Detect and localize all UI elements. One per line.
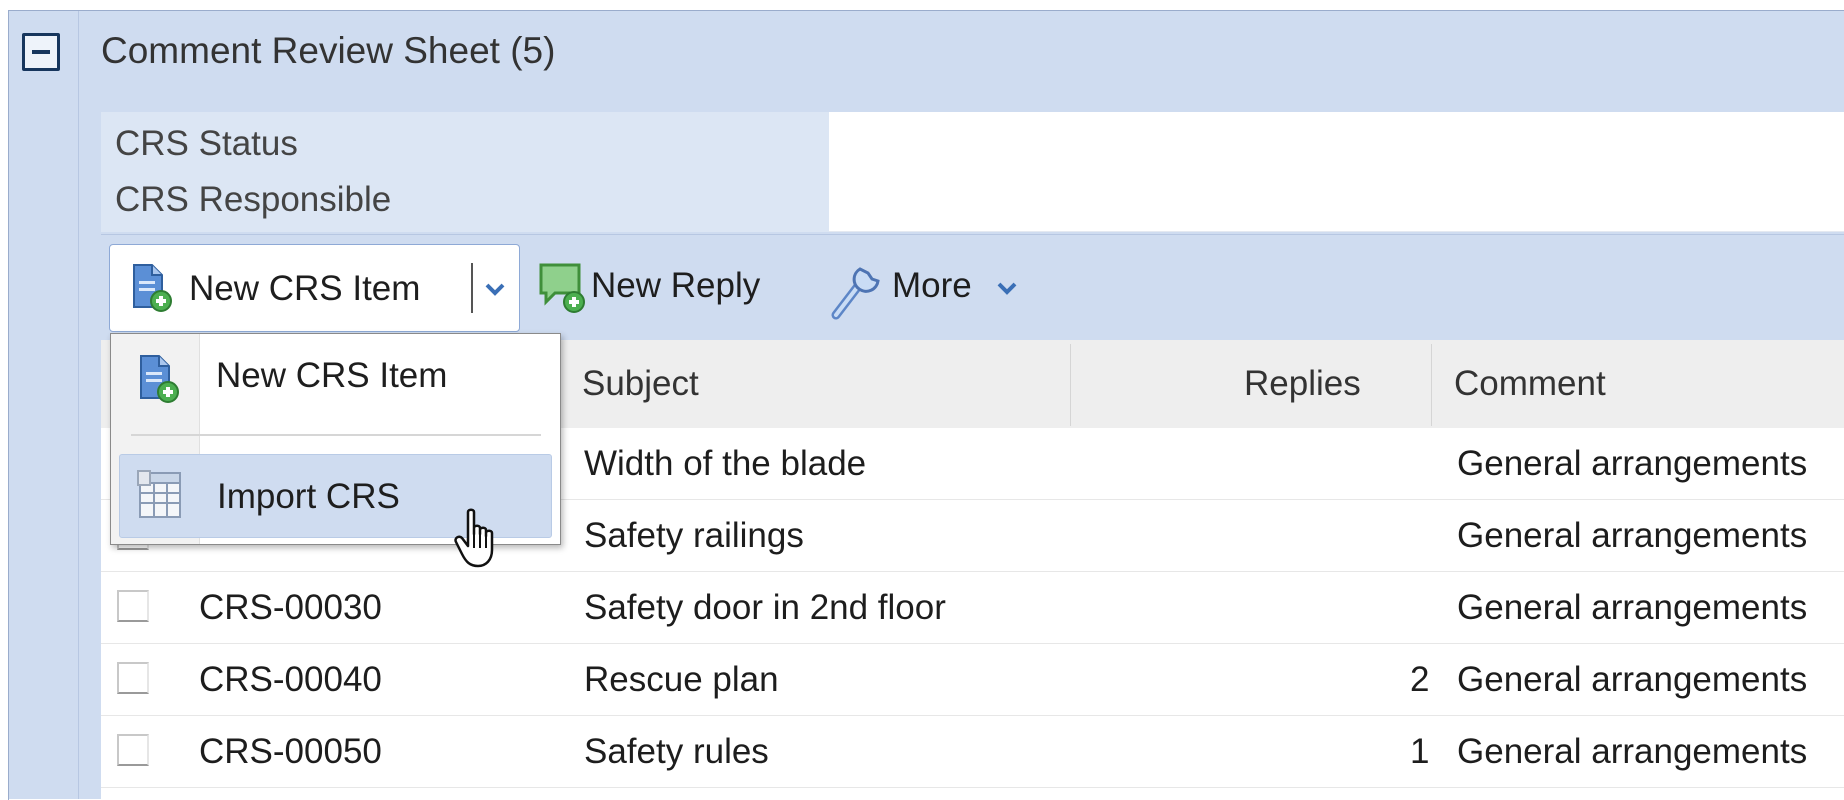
- chevron-down-icon: [993, 275, 1021, 306]
- hand-pointer-cursor-icon: [454, 508, 504, 575]
- comment-cell: General arrangements: [1457, 732, 1808, 771]
- menu-item-label: New CRS Item: [216, 356, 448, 395]
- split-divider: [471, 263, 473, 313]
- field-label: CRS Responsible: [101, 168, 829, 232]
- menu-separator: [131, 434, 541, 436]
- field-label: CRS Status: [101, 112, 829, 176]
- column-header-replies[interactable]: Replies: [1244, 340, 1361, 428]
- section-gutter: [9, 11, 79, 799]
- field-row-crs-responsible: CRS Responsible: [101, 168, 1844, 232]
- new-reply-button[interactable]: New Reply: [538, 258, 798, 320]
- crs-id: CRS-00040: [199, 660, 382, 699]
- comment-cell: General arrangements: [1457, 588, 1808, 627]
- subject-cell: Safety rules: [584, 732, 769, 771]
- subject-cell: Safety door in 2nd floor: [584, 588, 946, 627]
- column-header-subject[interactable]: Subject: [582, 340, 699, 428]
- spreadsheet-import-icon: [136, 469, 186, 528]
- chevron-down-icon[interactable]: [480, 275, 510, 308]
- crs-responsible-value[interactable]: [829, 168, 1844, 232]
- row-checkbox[interactable]: [117, 734, 149, 766]
- comment-cell: General arrangements: [1457, 444, 1808, 483]
- column-divider[interactable]: [1070, 344, 1071, 426]
- comment-cell: General arrangements: [1457, 660, 1808, 699]
- crs-status-value[interactable]: [829, 112, 1844, 176]
- menu-item-label: Import CRS: [217, 477, 400, 516]
- menu-item-new-crs-item[interactable]: New CRS Item: [111, 334, 560, 418]
- more-menu-button[interactable]: More: [828, 255, 1028, 321]
- document-add-icon: [130, 263, 172, 318]
- speech-bubble-add-icon: [538, 262, 590, 321]
- table-row[interactable]: CRS-00030 Safety door in 2nd floor Gener…: [101, 572, 1844, 644]
- replies-cell: 2: [1410, 660, 1430, 699]
- replies-cell: 1: [1410, 732, 1430, 771]
- crs-id: CRS-00050: [199, 732, 382, 771]
- row-checkbox[interactable]: [117, 662, 149, 694]
- table-row[interactable]: CRS-00050 Safety rules 1 General arrange…: [101, 716, 1844, 788]
- section-title: Comment Review Sheet (5): [101, 30, 556, 71]
- new-crs-item-split-button[interactable]: New CRS Item: [109, 244, 520, 332]
- more-label: More: [892, 266, 972, 305]
- column-header-comment[interactable]: Comment: [1454, 340, 1606, 428]
- field-row-crs-status: CRS Status: [101, 112, 1844, 176]
- document-add-icon: [137, 354, 179, 409]
- row-checkbox[interactable]: [117, 590, 149, 622]
- subject-cell: Width of the blade: [584, 444, 867, 483]
- wrench-icon: [828, 255, 886, 326]
- crs-id: CRS-00030: [199, 588, 382, 627]
- minus-box-icon[interactable]: [22, 33, 60, 71]
- new-reply-label: New Reply: [591, 266, 761, 305]
- subject-cell: Safety railings: [584, 516, 804, 555]
- subject-cell: Rescue plan: [584, 660, 779, 699]
- comment-cell: General arrangements: [1457, 516, 1808, 555]
- table-row[interactable]: CRS-00040 Rescue plan 2 General arrangem…: [101, 644, 1844, 716]
- column-divider[interactable]: [1431, 344, 1432, 426]
- new-crs-item-label: New CRS Item: [189, 269, 421, 308]
